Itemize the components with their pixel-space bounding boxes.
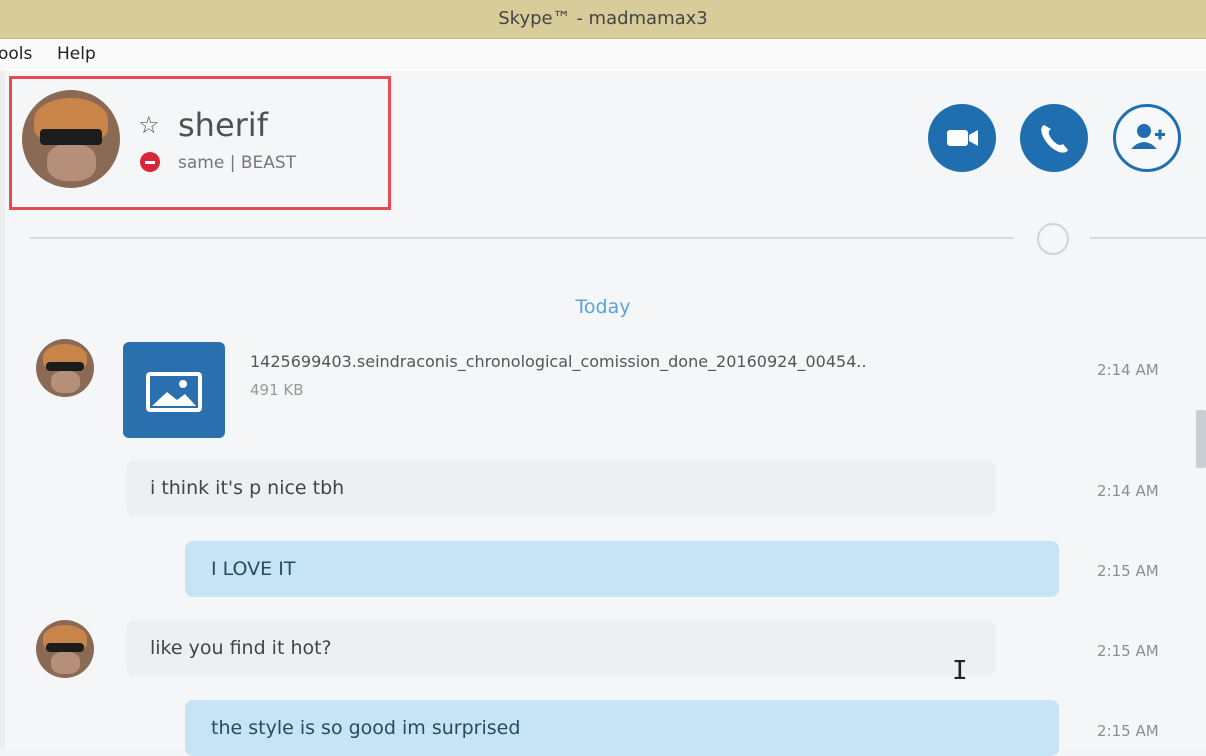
menu-tools[interactable]: ools [0,44,32,64]
globe-icon [1037,223,1069,255]
menu-help[interactable]: Help [57,44,96,64]
menu-bar: ools Help [0,39,1206,71]
sender-avatar[interactable] [36,620,94,678]
file-size: 491 KB [250,381,304,399]
add-people-button[interactable] [1113,104,1181,172]
outgoing-message[interactable]: the style is so good im surprised [185,700,1059,756]
header-divider [30,237,1014,239]
text-cursor-icon: I [952,656,968,686]
message-time: 2:14 AM [1097,361,1159,379]
outgoing-message[interactable]: I LOVE IT [185,541,1059,597]
window-title: Skype™ - madmamax3 [498,8,708,29]
contact-header-highlight [9,76,391,210]
video-camera-icon [947,130,978,146]
message-time: 2:15 AM [1097,642,1159,660]
file-name-link[interactable]: 1425699403.seindraconis_chronological_co… [250,352,1010,371]
message-time: 2:15 AM [1097,562,1159,580]
image-file-icon [146,372,202,412]
title-bar: Skype™ - madmamax3 [0,0,1206,39]
message-text: i think it's p nice tbh [150,477,345,499]
incoming-message[interactable]: i think it's p nice tbh [126,460,996,516]
sender-avatar[interactable] [36,339,94,397]
message-text: I LOVE IT [211,558,296,580]
incoming-message[interactable]: like you find it hot? [126,620,996,676]
scrollbar-thumb[interactable] [1196,410,1206,468]
phone-icon [1041,125,1068,153]
message-time: 2:14 AM [1097,482,1159,500]
left-panel-edge [0,71,5,750]
message-time: 2:15 AM [1097,722,1159,740]
add-person-icon [1131,124,1165,149]
message-text: the style is so good im surprised [211,717,521,739]
day-separator: Today [575,296,631,318]
file-thumbnail[interactable] [123,342,225,438]
audio-call-button[interactable] [1020,104,1088,172]
video-call-button[interactable] [928,104,996,172]
message-text: like you find it hot? [150,637,332,659]
header-divider-right [1090,237,1206,239]
